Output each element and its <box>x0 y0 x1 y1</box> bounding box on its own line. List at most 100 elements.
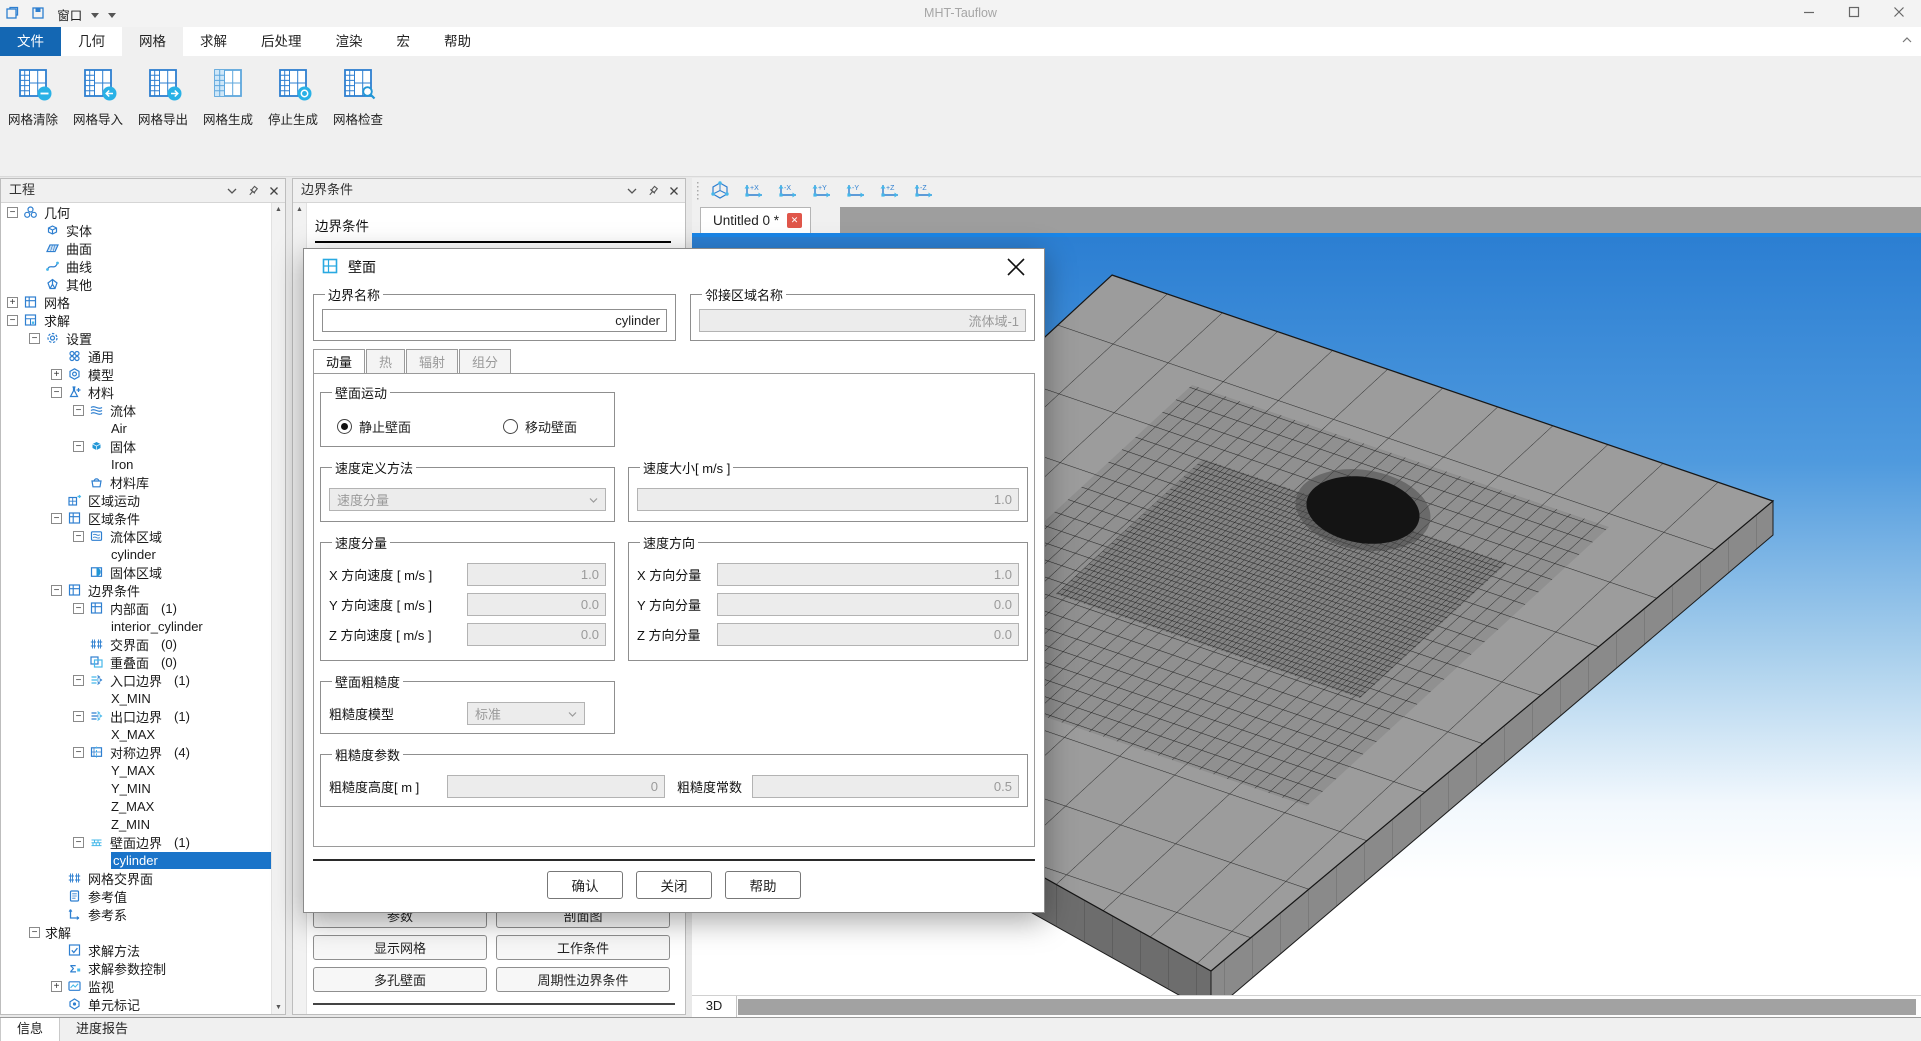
tree-item-X_MAX[interactable]: X_MAX <box>1 725 272 743</box>
tree-expander-minus-icon[interactable]: − <box>73 837 84 848</box>
tree-expander-minus-icon[interactable]: − <box>73 603 84 614</box>
view-axis--Z-icon[interactable]: -Z <box>908 180 938 203</box>
tree-item-求解参数控制[interactable]: Σ求解参数控制 <box>1 959 272 977</box>
boundary-name-input[interactable]: cylinder <box>322 309 667 332</box>
scroll-up-icon[interactable]: ▲ <box>293 203 306 216</box>
menu-item-后处理[interactable]: 后处理 <box>244 27 319 56</box>
tree-expander-minus-icon[interactable]: − <box>73 405 84 416</box>
tree-item-几何[interactable]: −几何 <box>1 203 272 221</box>
tree-item-材料[interactable]: −材料 <box>1 383 272 401</box>
tree-item-监视[interactable]: +监视 <box>1 977 272 995</box>
tree-item-网格[interactable]: +网格 <box>1 293 272 311</box>
mesh-clear-button[interactable]: 网格清除 <box>1 68 65 128</box>
dialog-tab-组分[interactable]: 组分 <box>459 349 511 373</box>
menu-item-网格[interactable]: 网格 <box>122 27 183 56</box>
tree-expander-minus-icon[interactable]: − <box>51 387 62 398</box>
menu-item-渲染[interactable]: 渲染 <box>319 27 380 56</box>
tree-item-cylinder[interactable]: cylinder <box>1 851 272 869</box>
tree-item-流体区域[interactable]: −流体区域 <box>1 527 272 545</box>
scroll-down-icon[interactable]: ▼ <box>272 1001 285 1014</box>
tree-item-壁面边界[interactable]: −壁面边界(1) <box>1 833 272 851</box>
mesh-export-button[interactable]: 网格导出 <box>131 68 195 128</box>
tree-expander-minus-icon[interactable]: − <box>29 927 40 938</box>
tree-item-网格交界面[interactable]: 网格交界面 <box>1 869 272 887</box>
document-tab-close-icon[interactable]: ✕ <box>787 213 802 228</box>
tree-expander-minus-icon[interactable]: − <box>73 675 84 686</box>
tree-expander-minus-icon[interactable]: − <box>73 711 84 722</box>
view-axis-+Y-icon[interactable]: +Y <box>806 180 836 203</box>
tree-item-参考值[interactable]: 参考值 <box>1 887 272 905</box>
tree-item-出口边界[interactable]: −出口边界(1) <box>1 707 272 725</box>
save-layout-icon[interactable] <box>31 6 45 23</box>
menu-item-帮助[interactable]: 帮助 <box>427 27 488 56</box>
menu-item-宏[interactable]: 宏 <box>380 27 428 56</box>
panel-chevron-down-icon[interactable] <box>224 182 241 204</box>
view-axis-+Z-icon[interactable]: +Z <box>874 180 904 203</box>
tree-item-对称边界[interactable]: −对称边界(4) <box>1 743 272 761</box>
viewport-horizontal-scrollbar[interactable] <box>738 999 1916 1015</box>
statusbar-tab-信息[interactable]: 信息 <box>0 1018 60 1041</box>
tree-item-通用[interactable]: 通用 <box>1 347 272 365</box>
tree-item-边界条件[interactable]: −边界条件 <box>1 581 272 599</box>
minimize-button[interactable] <box>1786 0 1831 27</box>
tree-item-X_MIN[interactable]: X_MIN <box>1 689 272 707</box>
bc-button-多孔壁面[interactable]: 多孔壁面 <box>313 967 487 992</box>
view-isometric-icon[interactable] <box>706 180 734 203</box>
panel-pin-icon[interactable] <box>644 182 661 204</box>
tree-item-Z_MAX[interactable]: Z_MAX <box>1 797 272 815</box>
tree-item-Iron[interactable]: Iron <box>1 455 272 473</box>
radio-移动壁面[interactable]: 移动壁面 <box>503 417 577 436</box>
tree-item-实体[interactable]: 实体 <box>1 221 272 239</box>
tree-expander-minus-icon[interactable]: − <box>73 531 84 542</box>
tree-item-流体[interactable]: −流体 <box>1 401 272 419</box>
panel-chevron-down-icon[interactable] <box>624 182 641 204</box>
tree-item-材料库[interactable]: 材料库 <box>1 473 272 491</box>
tree-item-入口边界[interactable]: −入口边界(1) <box>1 671 272 689</box>
panel-close-icon[interactable] <box>265 182 282 204</box>
tree-expander-minus-icon[interactable]: − <box>51 513 62 524</box>
window-menu-caret-icon[interactable] <box>91 13 99 18</box>
dialog-tab-辐射[interactable]: 辐射 <box>406 349 458 373</box>
bc-button-显示网格[interactable]: 显示网格 <box>313 935 487 960</box>
dialog-button-关闭[interactable]: 关闭 <box>636 871 712 899</box>
tree-item-Y_MIN[interactable]: Y_MIN <box>1 779 272 797</box>
tree-item-cylinder[interactable]: cylinder <box>1 545 272 563</box>
dialog-button-确认[interactable]: 确认 <box>547 871 623 899</box>
dialog-tab-热[interactable]: 热 <box>366 349 405 373</box>
tree-item-曲面[interactable]: 曲面 <box>1 239 272 257</box>
tree-item-模型[interactable]: +模型 <box>1 365 272 383</box>
panel-close-icon[interactable] <box>665 182 682 204</box>
scroll-up-icon[interactable]: ▲ <box>272 203 285 216</box>
project-tree-scrollbar[interactable]: ▲ ▼ <box>271 203 285 1014</box>
tree-expander-minus-icon[interactable]: − <box>7 315 18 326</box>
menu-item-几何[interactable]: 几何 <box>61 27 122 56</box>
menu-item-求解[interactable]: 求解 <box>183 27 244 56</box>
tree-expander-plus-icon[interactable]: + <box>7 297 18 308</box>
bc-button-工作条件[interactable]: 工作条件 <box>496 935 670 960</box>
tree-item-求解[interactable]: −求解 <box>1 311 272 329</box>
document-tab[interactable]: Untitled 0 * ✕ <box>700 207 811 233</box>
toolbar-options-caret-icon[interactable] <box>108 13 116 18</box>
tree-item-重叠面[interactable]: 重叠面(0) <box>1 653 272 671</box>
radio-静止壁面[interactable]: 静止壁面 <box>337 417 411 436</box>
mesh-check-button[interactable]: 网格检查 <box>326 68 390 128</box>
tree-expander-minus-icon[interactable]: − <box>73 747 84 758</box>
tree-item-固体区域[interactable]: 固体区域 <box>1 563 272 581</box>
tree-item-区域运动[interactable]: 区域运动 <box>1 491 272 509</box>
tree-expander-plus-icon[interactable]: + <box>51 369 62 380</box>
tree-expander-minus-icon[interactable]: − <box>7 207 18 218</box>
bc-button-周期性边界条件[interactable]: 周期性边界条件 <box>496 967 670 992</box>
dialog-close-icon[interactable] <box>1004 255 1028 279</box>
tree-expander-minus-icon[interactable]: − <box>51 585 62 596</box>
tree-item-求解方法[interactable]: 求解方法 <box>1 941 272 959</box>
mesh-stop-button[interactable]: 停止生成 <box>261 68 325 128</box>
tree-item-interior_cylinder[interactable]: interior_cylinder <box>1 617 272 635</box>
tree-item-Y_MAX[interactable]: Y_MAX <box>1 761 272 779</box>
view-axis-+X-icon[interactable]: +X <box>738 180 768 203</box>
view-axis--Y-icon[interactable]: -Y <box>840 180 870 203</box>
dialog-button-帮助[interactable]: 帮助 <box>725 871 801 899</box>
tree-item-其他[interactable]: 其他 <box>1 275 272 293</box>
menu-item-文件[interactable]: 文件 <box>0 27 61 56</box>
tree-item-曲线[interactable]: 曲线 <box>1 257 272 275</box>
quick-access-window-menu[interactable]: 窗口 <box>57 5 82 24</box>
